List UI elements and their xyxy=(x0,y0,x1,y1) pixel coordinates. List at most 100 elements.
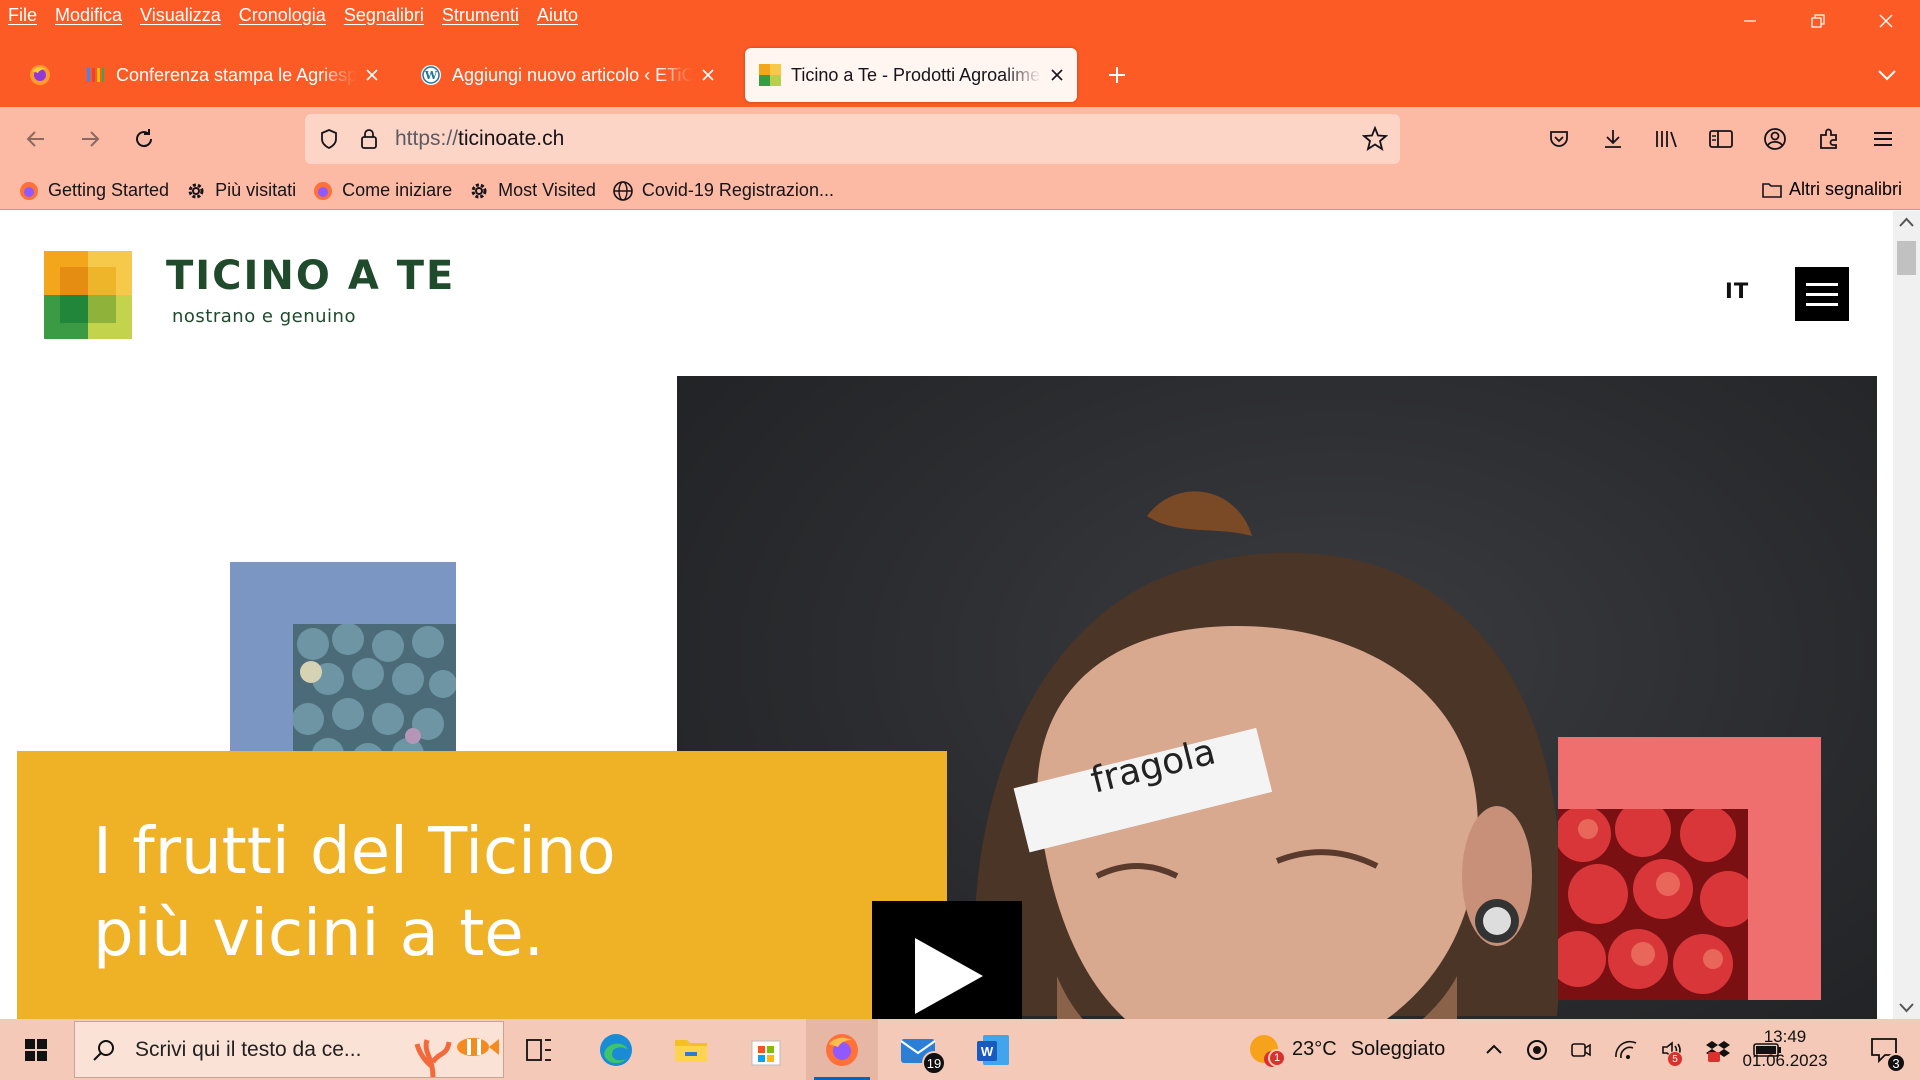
ticino-a-te-icon xyxy=(759,64,781,86)
url-host: ticinoate.ch xyxy=(458,127,565,150)
peaches-image xyxy=(1558,809,1748,1000)
scrollbar-thumb[interactable] xyxy=(1897,241,1916,275)
taskbar-word[interactable]: W xyxy=(957,1019,1029,1080)
tab-ticino-a-te[interactable]: Ticino a Te - Prodotti Agroalimentari xyxy=(745,48,1077,102)
taskbar-clock[interactable]: 13:49 01.06.2023 xyxy=(1740,1025,1830,1073)
tab-conferenza[interactable]: Conferenza stampa le Agriesperienze xyxy=(70,48,392,102)
pocket-button[interactable] xyxy=(1541,121,1577,157)
bookmark-label: Most Visited xyxy=(498,180,596,200)
restore-button[interactable] xyxy=(1784,0,1852,42)
bookmark-label: Getting Started xyxy=(48,180,170,200)
firefox-view-button[interactable] xyxy=(14,48,66,102)
url-text[interactable]: https://ticinoate.ch xyxy=(395,127,564,151)
firefox-icon xyxy=(30,65,50,85)
forward-button[interactable] xyxy=(72,121,108,157)
taskbar-edge[interactable] xyxy=(580,1019,652,1080)
wordpress-icon: W xyxy=(420,64,442,86)
shield-icon[interactable] xyxy=(317,127,341,151)
bookmark-most-visited[interactable]: Most Visited xyxy=(468,180,596,202)
menu-cronologia[interactable]: Cronologia xyxy=(239,5,326,26)
account-button[interactable] xyxy=(1757,121,1793,157)
minimize-icon xyxy=(1744,20,1756,22)
site-menu-button[interactable] xyxy=(1795,267,1849,321)
extensions-button[interactable] xyxy=(1811,121,1847,157)
chevron-down-icon[interactable] xyxy=(1893,997,1920,1017)
system-tray xyxy=(1484,1019,1782,1080)
reload-button[interactable] xyxy=(126,121,162,157)
notification-center-button[interactable]: 3 xyxy=(1848,1019,1920,1080)
url-bar[interactable]: https://ticinoate.ch xyxy=(305,114,1400,164)
ticino-a-te-logo[interactable] xyxy=(44,251,132,339)
mail-badge: 19 xyxy=(922,1051,946,1075)
firefox-icon xyxy=(826,1033,858,1066)
browser-titlebar: File Modifica Visualizza Cronologia Segn… xyxy=(0,0,1920,107)
menu-aiuto[interactable]: Aiuto xyxy=(537,5,578,26)
other-bookmarks-button[interactable]: Altri segnalibri xyxy=(1761,179,1902,200)
taskbar-mail[interactable]: 19 xyxy=(882,1019,954,1080)
window-controls xyxy=(1716,0,1920,42)
back-button[interactable] xyxy=(18,121,54,157)
minimize-button[interactable] xyxy=(1716,0,1784,42)
star-icon[interactable] xyxy=(1362,126,1388,152)
close-tab-button[interactable] xyxy=(698,65,718,85)
gear-icon xyxy=(185,180,207,202)
bookmark-label: Covid-19 Registrazion... xyxy=(641,180,834,200)
task-view-icon xyxy=(526,1038,551,1061)
close-tab-button[interactable] xyxy=(362,65,382,85)
record-icon[interactable] xyxy=(1526,1039,1548,1061)
menu-modifica[interactable]: Modifica xyxy=(55,5,122,26)
close-window-button[interactable] xyxy=(1852,0,1920,42)
bookmark-getting-started[interactable]: Getting Started xyxy=(18,180,169,202)
lock-icon[interactable] xyxy=(357,127,381,151)
menu-file[interactable]: File xyxy=(8,5,37,26)
tab-wordpress[interactable]: W Aggiungi nuovo articolo ‹ ETiCiNo xyxy=(406,48,728,102)
bookmark-covid-registrazione[interactable]: Covid-19 Registrazion... xyxy=(612,180,834,202)
page-scrollbar[interactable] xyxy=(1893,211,1920,1019)
bookmark-come-iniziare[interactable]: Come iniziare xyxy=(312,180,452,202)
sidebar-button[interactable] xyxy=(1703,121,1739,157)
wifi-icon[interactable] xyxy=(1614,1039,1638,1061)
close-tab-button[interactable] xyxy=(1047,65,1067,85)
taskbar-search-box[interactable]: Scrivi qui il testo da ce... xyxy=(74,1021,504,1078)
tab-title: Aggiungi nuovo articolo ‹ ETiCiNo xyxy=(452,64,692,85)
weather-badge: 1 xyxy=(1268,1049,1286,1067)
sidebar-icon xyxy=(1709,130,1733,148)
chevron-up-icon[interactable] xyxy=(1893,213,1920,233)
reload-icon xyxy=(136,129,153,148)
globe-icon xyxy=(612,180,634,202)
edge-icon xyxy=(600,1033,632,1066)
play-icon xyxy=(915,938,983,1014)
camera-icon[interactable] xyxy=(1570,1039,1592,1061)
app-menu-button[interactable] xyxy=(1865,121,1901,157)
taskbar-store[interactable] xyxy=(730,1019,802,1080)
close-icon xyxy=(366,69,378,81)
language-switcher[interactable]: IT xyxy=(1725,279,1749,303)
menu-strumenti[interactable]: Strumenti xyxy=(442,5,519,26)
task-view-button[interactable] xyxy=(503,1019,575,1080)
play-video-button[interactable] xyxy=(872,901,1022,1019)
downloads-button[interactable] xyxy=(1595,121,1631,157)
brand-name[interactable]: TICINO A TE xyxy=(166,253,455,299)
taskbar-firefox[interactable] xyxy=(806,1019,878,1080)
puzzle-icon xyxy=(1820,128,1837,149)
url-scheme: https:// xyxy=(395,127,459,150)
hamburger-menu-icon xyxy=(1874,132,1892,146)
close-icon xyxy=(702,69,714,81)
bookmark-piu-visitati[interactable]: Più visitati xyxy=(185,180,296,202)
close-icon xyxy=(1879,14,1893,28)
library-button[interactable] xyxy=(1649,121,1685,157)
chevron-up-icon[interactable] xyxy=(1484,1040,1504,1060)
taskbar-file-explorer[interactable] xyxy=(655,1019,727,1080)
arrow-left-icon xyxy=(26,131,44,147)
list-all-tabs-button[interactable] xyxy=(1860,48,1910,102)
dropbox-icon[interactable] xyxy=(1706,1038,1730,1062)
menu-segnalibri[interactable]: Segnalibri xyxy=(344,5,424,26)
svg-text:W: W xyxy=(424,69,438,82)
menu-visualizza[interactable]: Visualizza xyxy=(140,5,221,26)
start-button[interactable] xyxy=(0,1019,72,1080)
windows-taskbar: Scrivi qui il testo da ce... 19 W 23°C S… xyxy=(0,1019,1920,1080)
other-bookmarks-label: Altri segnalibri xyxy=(1788,179,1902,199)
store-icon xyxy=(751,1040,781,1065)
new-tab-button[interactable] xyxy=(1090,48,1140,102)
library-icon xyxy=(1656,131,1677,148)
